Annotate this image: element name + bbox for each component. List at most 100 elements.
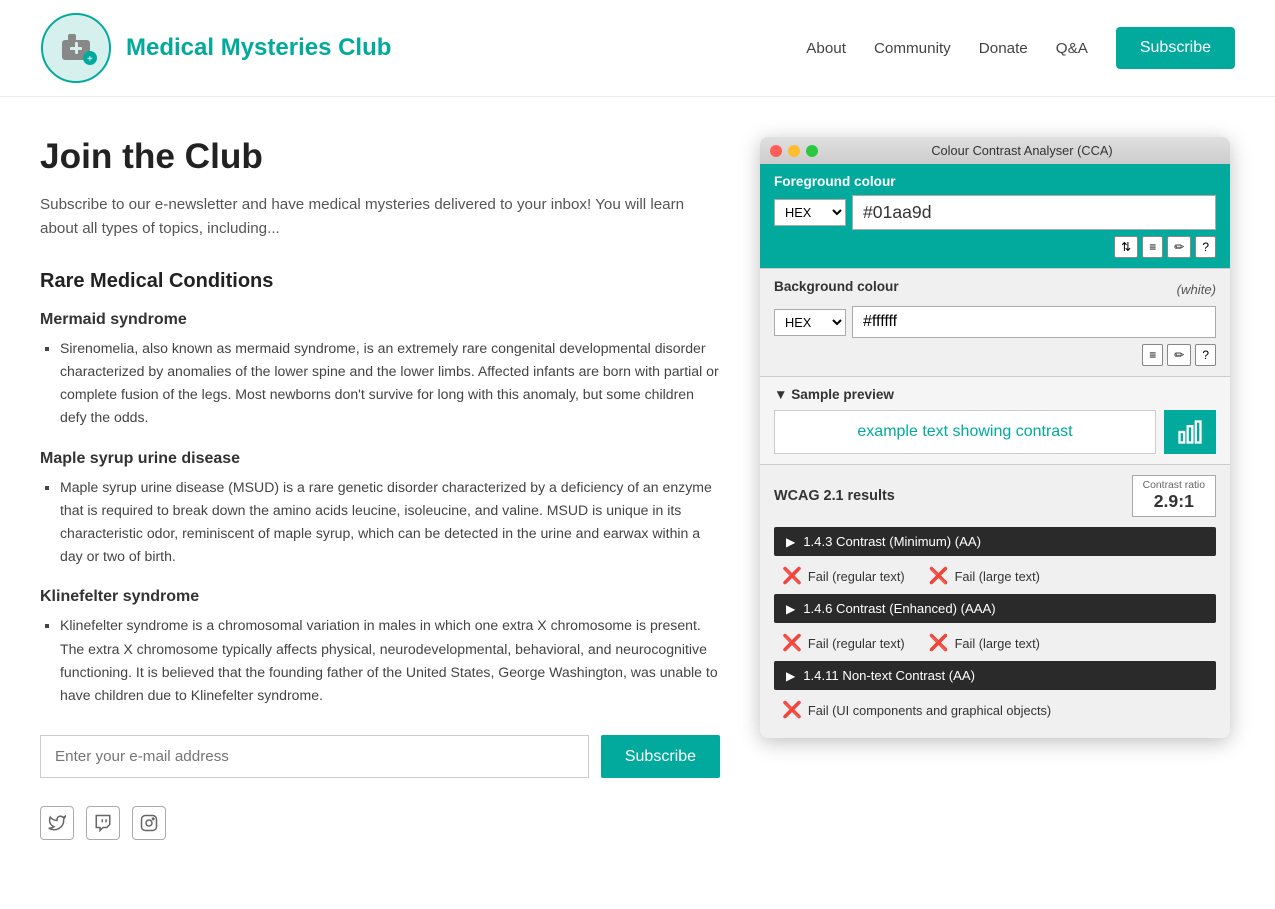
fail-ui-text-2: Fail (UI components and graphical object… bbox=[808, 703, 1051, 718]
result-label-2: 1.4.11 Non-text Contrast (AA) bbox=[803, 668, 975, 683]
nav-donate[interactable]: Donate bbox=[979, 40, 1028, 57]
bg-color-input[interactable] bbox=[852, 306, 1216, 338]
main-nav: About Community Donate Q&A Subscribe bbox=[806, 27, 1235, 69]
fg-label: Foreground colour bbox=[774, 174, 1216, 189]
bg-settings-button[interactable]: ≡ bbox=[1142, 344, 1163, 366]
bg-section: Background colour (white) HEX ≡ ✏ ? bbox=[760, 269, 1230, 376]
fail-regular-text-1: Fail (regular text) bbox=[808, 636, 905, 651]
site-header: + Medical Mysteries Club About Community… bbox=[0, 0, 1275, 97]
twitch-icon[interactable] bbox=[86, 806, 120, 840]
fail-icon-1b: ❌ bbox=[929, 633, 949, 653]
close-button[interactable] bbox=[770, 145, 782, 157]
result-fail-row-1: ❌ Fail (regular text) ❌ Fail (large text… bbox=[774, 629, 1216, 661]
condition-maple: Maple syrup urine disease Maple syrup ur… bbox=[40, 450, 720, 569]
wcag-header: WCAG 2.1 results Contrast ratio 2.9:1 bbox=[774, 475, 1216, 517]
condition-title-0: Mermaid syndrome bbox=[40, 311, 720, 329]
condition-title-1: Maple syrup urine disease bbox=[40, 450, 720, 468]
bg-input-row: HEX bbox=[774, 306, 1216, 338]
sample-preview-section: ▼ Sample preview example text showing co… bbox=[760, 377, 1230, 464]
fail-icon-0b: ❌ bbox=[929, 566, 949, 586]
fg-color-input[interactable] bbox=[852, 195, 1216, 230]
condition-mermaid: Mermaid syndrome Sirenomelia, also known… bbox=[40, 311, 720, 430]
bg-tools: ≡ ✏ ? bbox=[774, 344, 1216, 366]
wcag-section: WCAG 2.1 results Contrast ratio 2.9:1 ▶ … bbox=[760, 465, 1230, 738]
result-arrow-1: ▶ bbox=[786, 602, 795, 616]
fg-input-row: HEX bbox=[774, 195, 1216, 230]
wcag-title: WCAG 2.1 results bbox=[774, 488, 895, 504]
fail-ui-2: ❌ Fail (UI components and graphical obje… bbox=[782, 700, 1051, 720]
fg-eyedropper-button[interactable]: ✏ bbox=[1167, 236, 1191, 258]
contrast-box: Contrast ratio 2.9:1 bbox=[1132, 475, 1216, 517]
condition-klinefelter: Klinefelter syndrome Klinefelter syndrom… bbox=[40, 588, 720, 707]
cca-title: Colour Contrast Analyser (CCA) bbox=[824, 143, 1220, 158]
fail-large-text-1: Fail (large text) bbox=[955, 636, 1040, 651]
intro-text: Subscribe to our e-newsletter and have m… bbox=[40, 193, 720, 242]
maximize-button[interactable] bbox=[806, 145, 818, 157]
result-label-1: 1.4.6 Contrast (Enhanced) (AAA) bbox=[803, 601, 995, 616]
right-column: Colour Contrast Analyser (CCA) Foregroun… bbox=[760, 137, 1235, 738]
email-form: Subscribe bbox=[40, 735, 720, 778]
condition-text-1: Maple syrup urine disease (MSUD) is a ra… bbox=[60, 476, 720, 569]
fg-swap-button[interactable]: ⇅ bbox=[1114, 236, 1138, 258]
chart-icon bbox=[1176, 418, 1204, 446]
site-logo: + bbox=[40, 12, 112, 84]
bg-label: Background colour bbox=[774, 279, 899, 294]
fail-large-text-0: Fail (large text) bbox=[955, 569, 1040, 584]
cca-titlebar: Colour Contrast Analyser (CCA) bbox=[760, 137, 1230, 164]
fg-settings-button[interactable]: ≡ bbox=[1142, 236, 1163, 258]
fail-regular-0: ❌ Fail (regular text) bbox=[782, 566, 905, 586]
nav-about[interactable]: About bbox=[806, 40, 846, 57]
fail-large-1: ❌ Fail (large text) bbox=[929, 633, 1040, 653]
fail-icon-1a: ❌ bbox=[782, 633, 802, 653]
result-arrow-2: ▶ bbox=[786, 669, 795, 683]
page-title: Join the Club bbox=[40, 137, 720, 177]
bg-eyedropper-button[interactable]: ✏ bbox=[1167, 344, 1191, 366]
svg-text:+: + bbox=[87, 54, 93, 65]
fg-tools: ⇅ ≡ ✏ ? bbox=[774, 236, 1216, 258]
fg-format-select[interactable]: HEX bbox=[774, 199, 846, 226]
fail-regular-1: ❌ Fail (regular text) bbox=[782, 633, 905, 653]
bg-format-select[interactable]: HEX bbox=[774, 309, 846, 336]
section-title: Rare Medical Conditions bbox=[40, 270, 720, 293]
fg-help-button[interactable]: ? bbox=[1195, 236, 1216, 258]
email-input[interactable] bbox=[40, 735, 589, 778]
instagram-icon[interactable] bbox=[132, 806, 166, 840]
site-title: Medical Mysteries Club bbox=[126, 34, 391, 62]
logo-area: + Medical Mysteries Club bbox=[40, 12, 391, 84]
wcag-result-146[interactable]: ▶ 1.4.6 Contrast (Enhanced) (AAA) bbox=[774, 594, 1216, 623]
fail-regular-text-0: Fail (regular text) bbox=[808, 569, 905, 584]
sample-preview-header[interactable]: ▼ Sample preview bbox=[774, 387, 1216, 402]
nav-qa[interactable]: Q&A bbox=[1056, 40, 1088, 57]
contrast-value: 2.9:1 bbox=[1143, 491, 1205, 512]
sample-preview-row: example text showing contrast bbox=[774, 410, 1216, 454]
minimize-button[interactable] bbox=[788, 145, 800, 157]
wcag-result-1411[interactable]: ▶ 1.4.11 Non-text Contrast (AA) bbox=[774, 661, 1216, 690]
fail-icon-2: ❌ bbox=[782, 700, 802, 720]
condition-title-2: Klinefelter syndrome bbox=[40, 588, 720, 606]
contrast-label: Contrast ratio bbox=[1143, 480, 1205, 491]
fg-section: Foreground colour HEX ⇅ ≡ ✏ ? bbox=[760, 164, 1230, 268]
nav-subscribe-button[interactable]: Subscribe bbox=[1116, 27, 1235, 69]
main-content: Join the Club Subscribe to our e-newslet… bbox=[0, 97, 1275, 860]
bg-help-button[interactable]: ? bbox=[1195, 344, 1216, 366]
result-fail-row-0: ❌ Fail (regular text) ❌ Fail (large text… bbox=[774, 562, 1216, 594]
fail-icon-0a: ❌ bbox=[782, 566, 802, 586]
social-icons-row bbox=[40, 806, 720, 840]
nav-community[interactable]: Community bbox=[874, 40, 951, 57]
left-column: Join the Club Subscribe to our e-newslet… bbox=[40, 137, 720, 840]
fail-large-0: ❌ Fail (large text) bbox=[929, 566, 1040, 586]
wcag-result-143[interactable]: ▶ 1.4.3 Contrast (Minimum) (AA) bbox=[774, 527, 1216, 556]
result-arrow-0: ▶ bbox=[786, 535, 795, 549]
form-subscribe-button[interactable]: Subscribe bbox=[601, 735, 720, 778]
bg-label-row: Background colour (white) bbox=[774, 279, 1216, 300]
cca-window: Colour Contrast Analyser (CCA) Foregroun… bbox=[760, 137, 1230, 738]
condition-text-0: Sirenomelia, also known as mermaid syndr… bbox=[60, 337, 720, 430]
twitter-icon[interactable] bbox=[40, 806, 74, 840]
bg-note: (white) bbox=[1177, 282, 1216, 297]
result-fail-row-2: ❌ Fail (UI components and graphical obje… bbox=[774, 696, 1216, 728]
sample-text-box: example text showing contrast bbox=[774, 410, 1156, 454]
result-label-0: 1.4.3 Contrast (Minimum) (AA) bbox=[803, 534, 981, 549]
condition-text-2: Klinefelter syndrome is a chromosomal va… bbox=[60, 614, 720, 707]
chart-button[interactable] bbox=[1164, 410, 1216, 454]
sample-text: example text showing contrast bbox=[857, 423, 1072, 440]
